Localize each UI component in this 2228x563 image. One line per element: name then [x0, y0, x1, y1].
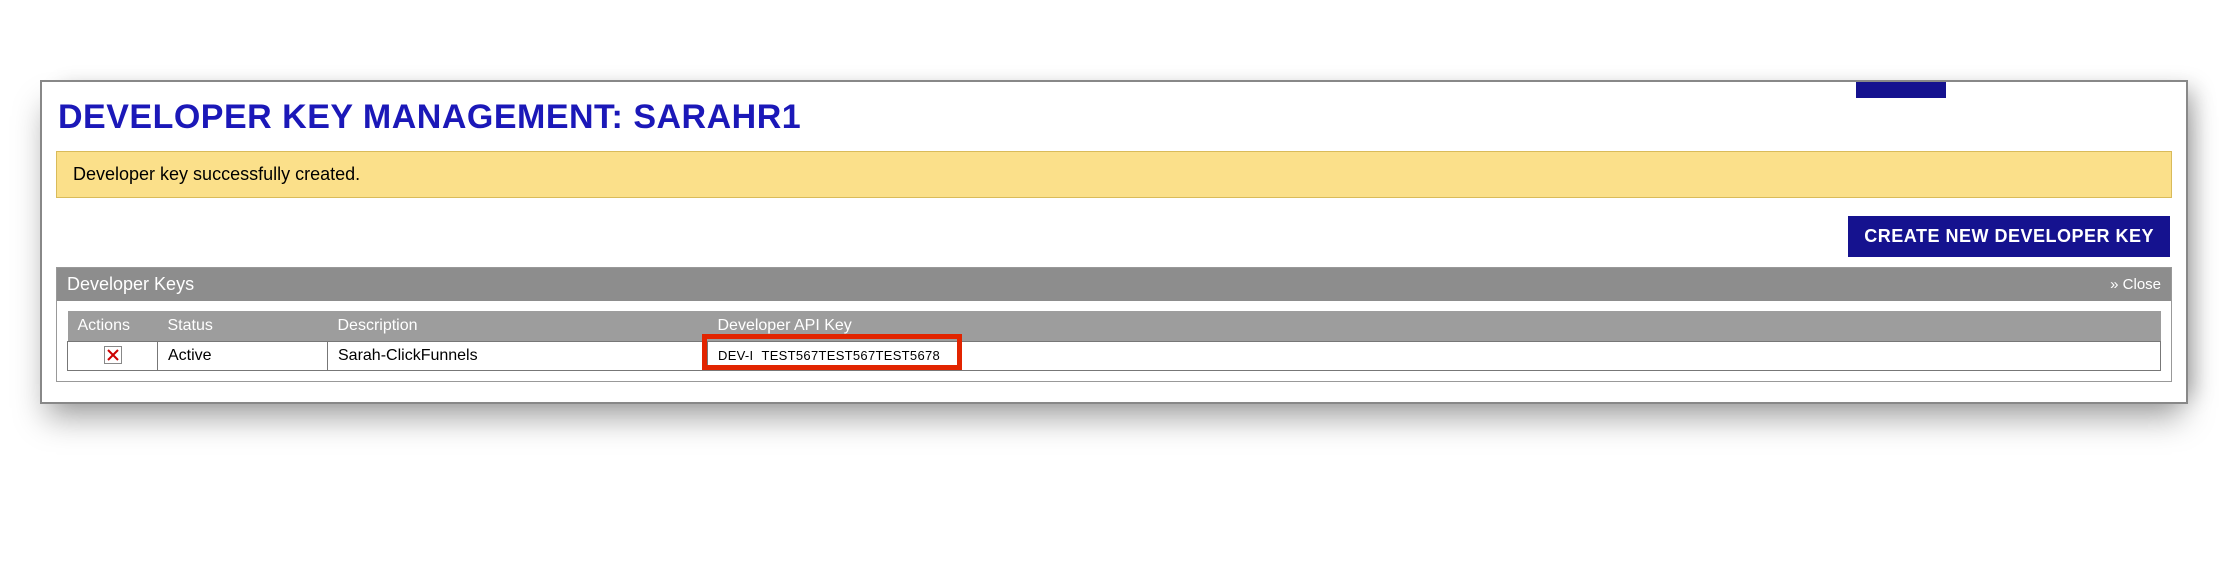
grid-body: Actions Status Description Developer API… — [57, 301, 2171, 381]
create-new-developer-key-button[interactable]: CREATE NEW DEVELOPER KEY — [1848, 216, 2170, 257]
col-header-status: Status — [158, 311, 328, 342]
table-row: Active Sarah-ClickFunnels DEV-I TEST567TE… — [68, 342, 2161, 371]
delete-icon[interactable] — [104, 346, 122, 364]
success-notice: Developer key successfully created. — [56, 151, 2172, 198]
page-title: DEVELOPER KEY MANAGEMENT: SARAHR1 — [58, 98, 2174, 137]
table-header-row: Actions Status Description Developer API… — [68, 311, 2161, 342]
api-key-value: TEST567TEST567TEST5678 — [761, 348, 940, 363]
cell-api-key: DEV-I TEST567TEST567TEST5678 — [708, 342, 2161, 371]
col-header-description: Description — [328, 311, 708, 342]
grid-title-bar: Developer Keys » Close — [57, 268, 2171, 301]
col-header-actions: Actions — [68, 311, 158, 342]
developer-keys-table: Actions Status Description Developer API… — [67, 311, 2161, 371]
grid-title-text: Developer Keys — [67, 274, 194, 295]
partial-button-strip — [1856, 82, 1946, 98]
main-panel: DEVELOPER KEY MANAGEMENT: SARAHR1 Develo… — [40, 80, 2188, 404]
cell-description: Sarah-ClickFunnels — [328, 342, 708, 371]
api-key-text: DEV-I TEST567TEST567TEST5678 — [718, 348, 940, 363]
col-header-api-key: Developer API Key — [708, 311, 2161, 342]
toolbar: CREATE NEW DEVELOPER KEY — [58, 216, 2170, 257]
grid-close-link[interactable]: » Close — [2110, 276, 2161, 293]
cell-status: Active — [158, 342, 328, 371]
developer-keys-grid: Developer Keys » Close Actions Status — [56, 267, 2172, 382]
cell-actions — [68, 342, 158, 371]
api-key-prefix: DEV-I — [718, 348, 753, 363]
